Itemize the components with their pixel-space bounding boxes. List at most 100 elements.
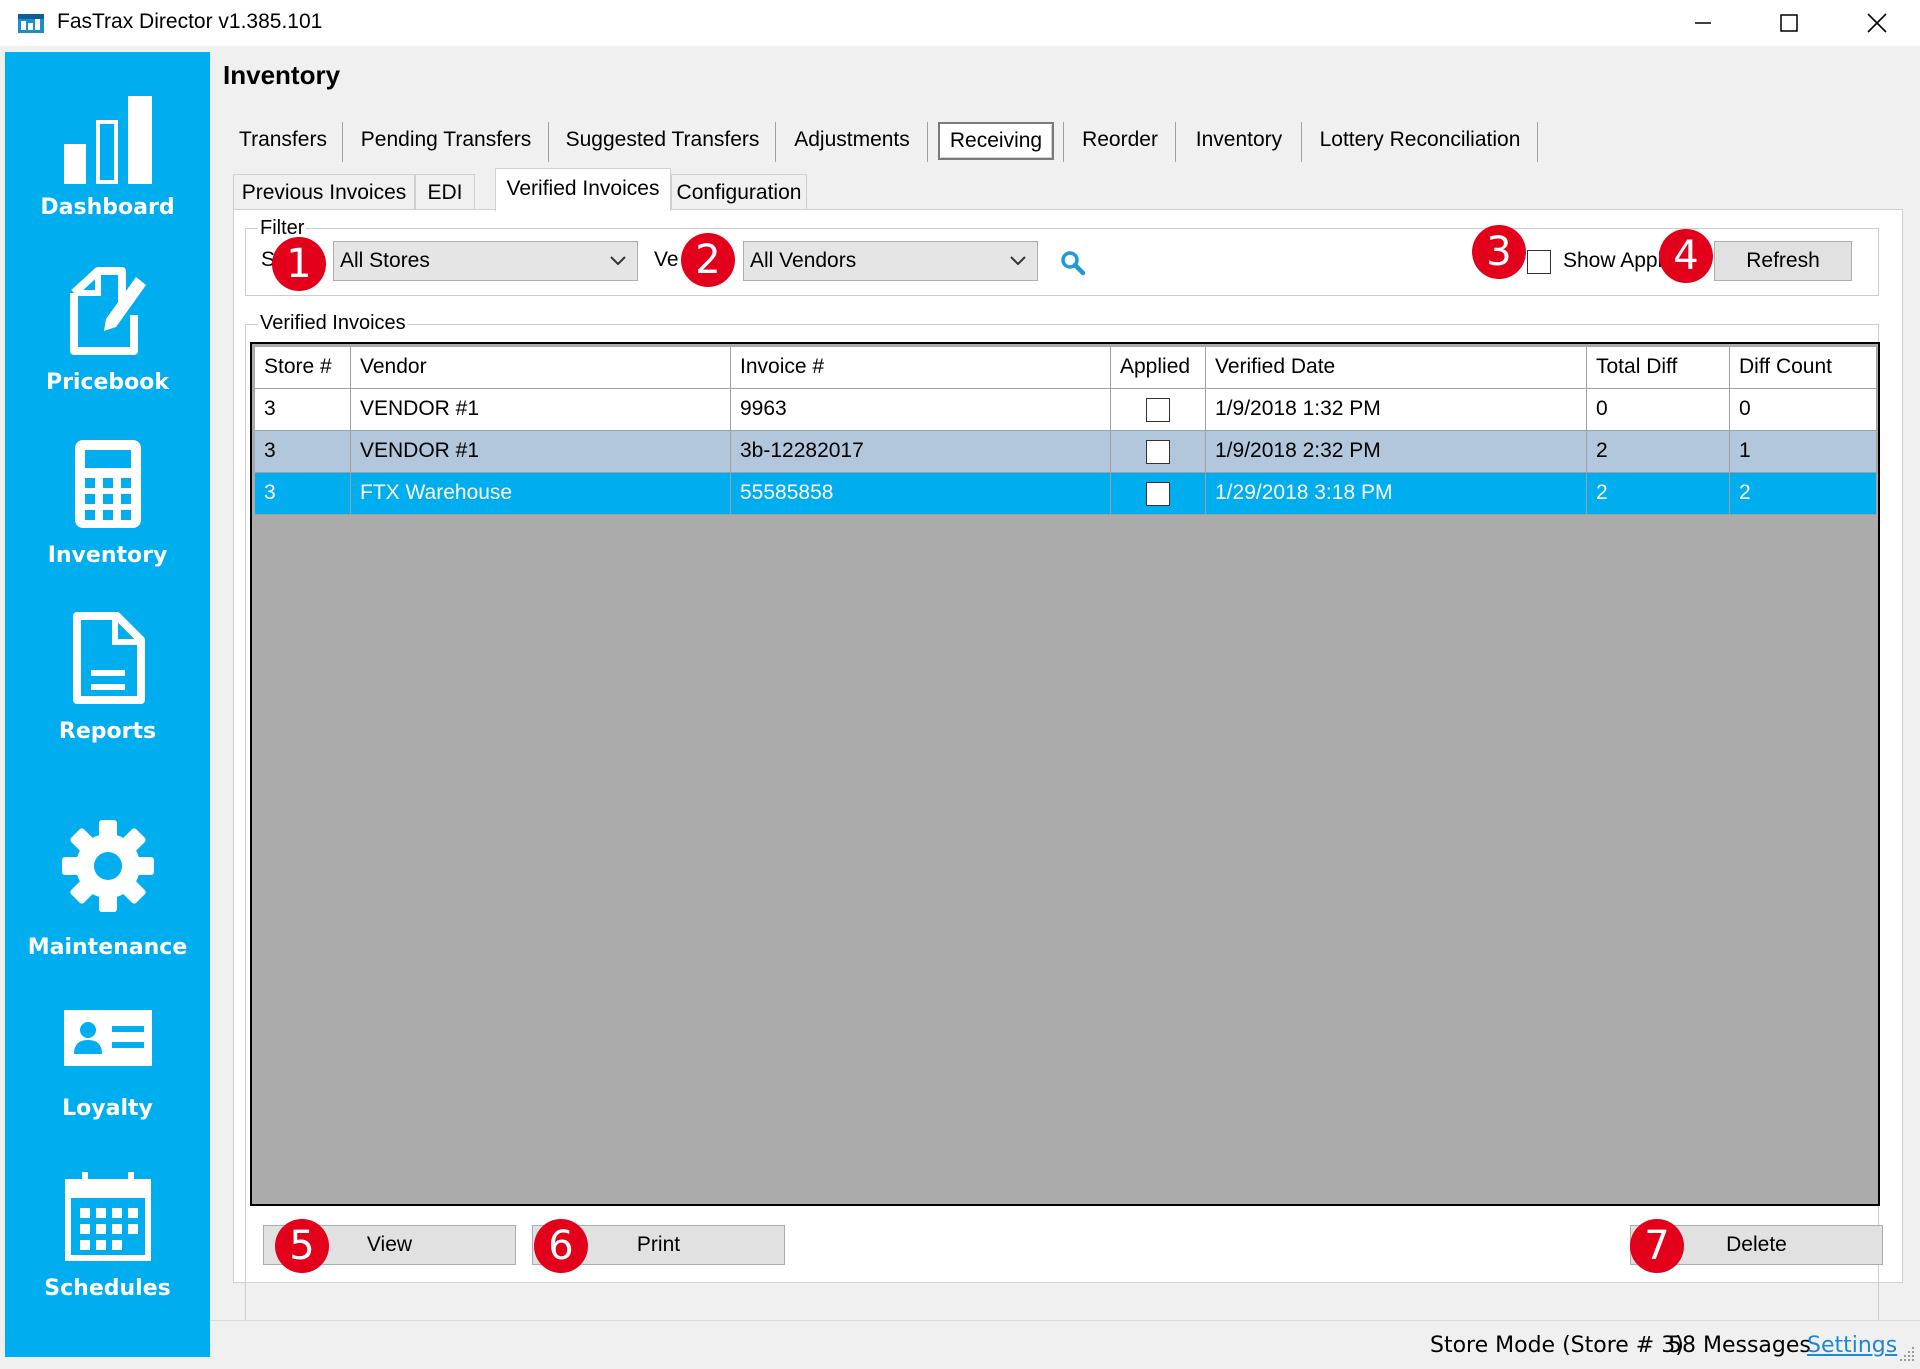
tab-reorder[interactable]: Reorder [1064, 120, 1176, 164]
cell-store: 3 [255, 473, 351, 515]
sidebar-item-schedules[interactable]: Schedules [5, 1164, 210, 1324]
gear-icon [61, 820, 154, 912]
close-icon [1867, 13, 1887, 33]
column-header-invoice[interactable]: Invoice # [731, 347, 1111, 389]
cell-vendor: VENDOR #1 [351, 431, 731, 473]
page-title: Inventory [223, 60, 341, 90]
table-row[interactable]: 3 VENDOR #1 9963 1/9/2018 1:32 PM 0 0 [255, 389, 1877, 431]
sidebar-item-label: Inventory [47, 543, 168, 568]
column-header-vendor[interactable]: Vendor [351, 347, 731, 389]
tab-label: Adjustments [794, 128, 910, 151]
callout-6: 6 [534, 1219, 588, 1273]
app-icon [18, 14, 44, 33]
cell-diff-count: 0 [1730, 389, 1877, 431]
cell-verified-date: 1/9/2018 1:32 PM [1206, 389, 1587, 431]
tab-label: Transfers [239, 128, 327, 151]
sidebar-item-loyalty[interactable]: Loyalty [5, 996, 210, 1156]
vendor-select[interactable]: All Vendors [743, 241, 1038, 281]
tab-inventory[interactable]: Inventory [1176, 120, 1302, 164]
tab-adjustments[interactable]: Adjustments [776, 120, 928, 164]
cell-applied [1111, 389, 1206, 431]
tab-previous-invoices[interactable]: Previous Invoices [233, 174, 415, 210]
cell-total-diff: 0 [1587, 389, 1730, 431]
cell-store: 3 [255, 389, 351, 431]
callout-7: 7 [1630, 1219, 1684, 1273]
show-applied-label: Show Appl [1563, 249, 1663, 272]
tab-verified-invoices[interactable]: Verified Invoices [495, 168, 671, 211]
sidebar-item-pricebook[interactable]: Pricebook [5, 257, 210, 417]
tab-label: Reorder [1082, 128, 1158, 151]
sidebar-item-label: Dashboard [40, 195, 175, 220]
applied-checkbox[interactable] [1146, 398, 1170, 422]
maximize-button[interactable] [1746, 0, 1832, 46]
tab-lottery-reconciliation[interactable]: Lottery Reconciliation [1302, 120, 1538, 164]
tab-label: EDI [427, 181, 463, 204]
refresh-button[interactable]: Refresh [1714, 241, 1852, 281]
calculator-icon [74, 440, 141, 528]
tab-configuration[interactable]: Configuration [671, 174, 807, 210]
cell-vendor: VENDOR #1 [351, 389, 731, 431]
sidebar-item-label: Reports [58, 719, 157, 744]
sidebar: Dashboard Pricebook Inventory Reports Ma… [5, 52, 210, 1357]
resize-grip-icon[interactable] [1898, 1345, 1916, 1363]
sidebar-item-label: Maintenance [27, 935, 188, 960]
status-bar: Store Mode (Store # 3) 58 Messages Setti… [210, 1320, 1920, 1369]
search-icon[interactable] [1060, 250, 1086, 276]
applied-checkbox[interactable] [1146, 482, 1170, 506]
calendar-icon [64, 1172, 151, 1261]
sidebar-item-inventory[interactable]: Inventory [5, 430, 210, 590]
sidebar-item-reports[interactable]: Reports [5, 604, 210, 764]
messages-count[interactable]: 58 Messages [1668, 1333, 1811, 1358]
tab-edi[interactable]: EDI [415, 174, 475, 210]
tab-receiving[interactable]: Receiving [928, 120, 1064, 164]
cell-diff-count: 2 [1730, 473, 1877, 515]
id-card-icon [63, 1010, 152, 1066]
tab-label: Suggested Transfers [565, 128, 760, 151]
cell-verified-date: 1/9/2018 2:32 PM [1206, 431, 1587, 473]
cell-applied [1111, 431, 1206, 473]
minimize-button[interactable] [1660, 0, 1746, 46]
column-header-store[interactable]: Store # [255, 347, 351, 389]
edit-document-icon [69, 267, 146, 355]
tab-pending-transfers[interactable]: Pending Transfers [343, 120, 549, 164]
cell-invoice: 3b-12282017 [731, 431, 1111, 473]
tab-separator [1537, 122, 1538, 162]
tab-transfers[interactable]: Transfers [223, 120, 343, 164]
column-header-applied[interactable]: Applied [1111, 347, 1206, 389]
tab-label: Configuration [676, 181, 802, 204]
callout-4: 4 [1659, 229, 1713, 283]
tab-label: Receiving [937, 122, 1055, 160]
store-mode-text: Store Mode (Store # 3) [1430, 1333, 1684, 1358]
sidebar-item-maintenance[interactable]: Maintenance [5, 810, 210, 970]
cell-invoice: 55585858 [731, 473, 1111, 515]
chevron-down-icon [1010, 256, 1026, 266]
sidebar-item-label: Pricebook [45, 370, 170, 395]
table-row-selected[interactable]: 3 FTX Warehouse 55585858 1/29/2018 3:18 … [255, 473, 1877, 515]
show-applied-checkbox[interactable] [1527, 250, 1551, 274]
vendor-label: Ve [654, 248, 679, 271]
chevron-down-icon [610, 256, 626, 266]
applied-checkbox[interactable] [1146, 440, 1170, 464]
invoices-grid[interactable]: Store # Vendor Invoice # Applied Verifie… [250, 342, 1880, 1206]
close-button[interactable] [1834, 0, 1920, 46]
grid-header-row: Store # Vendor Invoice # Applied Verifie… [255, 347, 1877, 389]
column-header-total-diff[interactable]: Total Diff [1587, 347, 1730, 389]
settings-link[interactable]: Settings [1807, 1333, 1897, 1358]
tab-label: Verified Invoices [506, 177, 660, 200]
table-row[interactable]: 3 VENDOR #1 3b-12282017 1/9/2018 2:32 PM… [255, 431, 1877, 473]
callout-3: 3 [1472, 225, 1526, 279]
tab-suggested-transfers[interactable]: Suggested Transfers [549, 120, 776, 164]
window-title: FasTrax Director v1.385.101 [57, 10, 323, 33]
callout-2: 2 [681, 233, 735, 287]
column-header-verified-date[interactable]: Verified Date [1206, 347, 1587, 389]
cell-verified-date: 1/29/2018 3:18 PM [1206, 473, 1587, 515]
store-select[interactable]: All Stores [333, 241, 638, 281]
cell-invoice: 9963 [731, 389, 1111, 431]
tab-label: Inventory [1195, 128, 1283, 151]
maximize-icon [1780, 14, 1798, 32]
column-header-diff-count[interactable]: Diff Count [1730, 347, 1877, 389]
cell-diff-count: 1 [1730, 431, 1877, 473]
sidebar-item-dashboard[interactable]: Dashboard [5, 82, 210, 242]
cell-total-diff: 2 [1587, 473, 1730, 515]
title-bar: FasTrax Director v1.385.101 [0, 0, 1920, 46]
